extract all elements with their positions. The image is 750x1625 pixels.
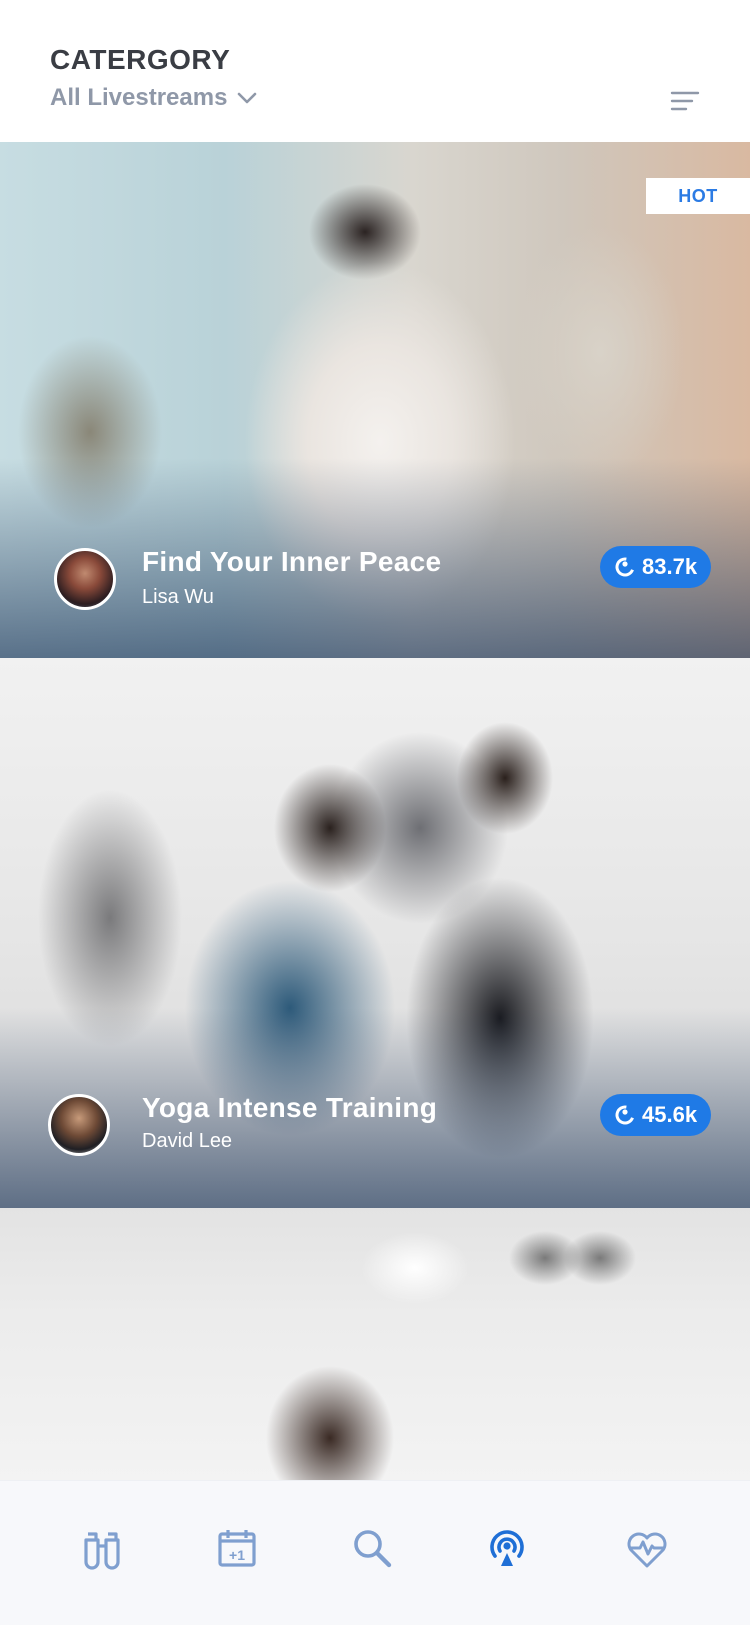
page-title: CATERGORY: [50, 44, 231, 75]
viewer-count: 83.7k: [642, 554, 698, 579]
viewers-icon: [615, 557, 635, 577]
viewer-count-badge[interactable]: 83.7k: [600, 546, 712, 588]
livestream-card[interactable]: HOT Find Your Inner Peace Lisa Wu 83.7k: [0, 142, 750, 658]
bottom-tab-bar: +1: [0, 1480, 750, 1625]
search-icon: [354, 1530, 392, 1568]
category-dropdown[interactable]: All Livestreams: [50, 84, 257, 112]
chevron-down-icon: [238, 92, 257, 104]
stream-title: Yoga Intense Training: [142, 1092, 438, 1123]
tab-livestream[interactable]: [485, 1526, 529, 1570]
binoculars-icon: [84, 1532, 120, 1570]
tab-schedule[interactable]: +1: [215, 1526, 259, 1570]
livestream-card[interactable]: Yoga Intense Training David Lee 45.6k: [0, 658, 750, 1208]
heart-rate-icon: [627, 1532, 667, 1568]
stream-author: David Lee: [142, 1130, 233, 1152]
livestream-feed: HOT Find Your Inner Peace Lisa Wu 83.7k …: [0, 142, 750, 1480]
livestream-card[interactable]: [0, 1208, 750, 1480]
calendar-plus-one-icon: +1: [218, 1530, 256, 1567]
tab-search[interactable]: [350, 1526, 394, 1570]
avatar[interactable]: [54, 548, 116, 610]
viewer-count: 45.6k: [642, 1102, 698, 1127]
livestream-icon: [490, 1530, 524, 1566]
viewer-count-badge[interactable]: 45.6k: [600, 1094, 712, 1136]
category-label: All Livestreams: [50, 84, 228, 111]
header: CATERGORY All Livestreams: [0, 0, 750, 142]
viewers-icon: [615, 1105, 635, 1125]
svg-text:+1: +1: [229, 1547, 245, 1563]
stream-title: Find Your Inner Peace: [142, 546, 442, 577]
stream-author: Lisa Wu: [142, 586, 214, 608]
tab-health[interactable]: [625, 1526, 669, 1570]
filter-menu-icon[interactable]: [670, 90, 700, 112]
avatar[interactable]: [48, 1094, 110, 1156]
hot-badge: HOT: [646, 178, 750, 214]
tab-discover[interactable]: [80, 1526, 124, 1570]
